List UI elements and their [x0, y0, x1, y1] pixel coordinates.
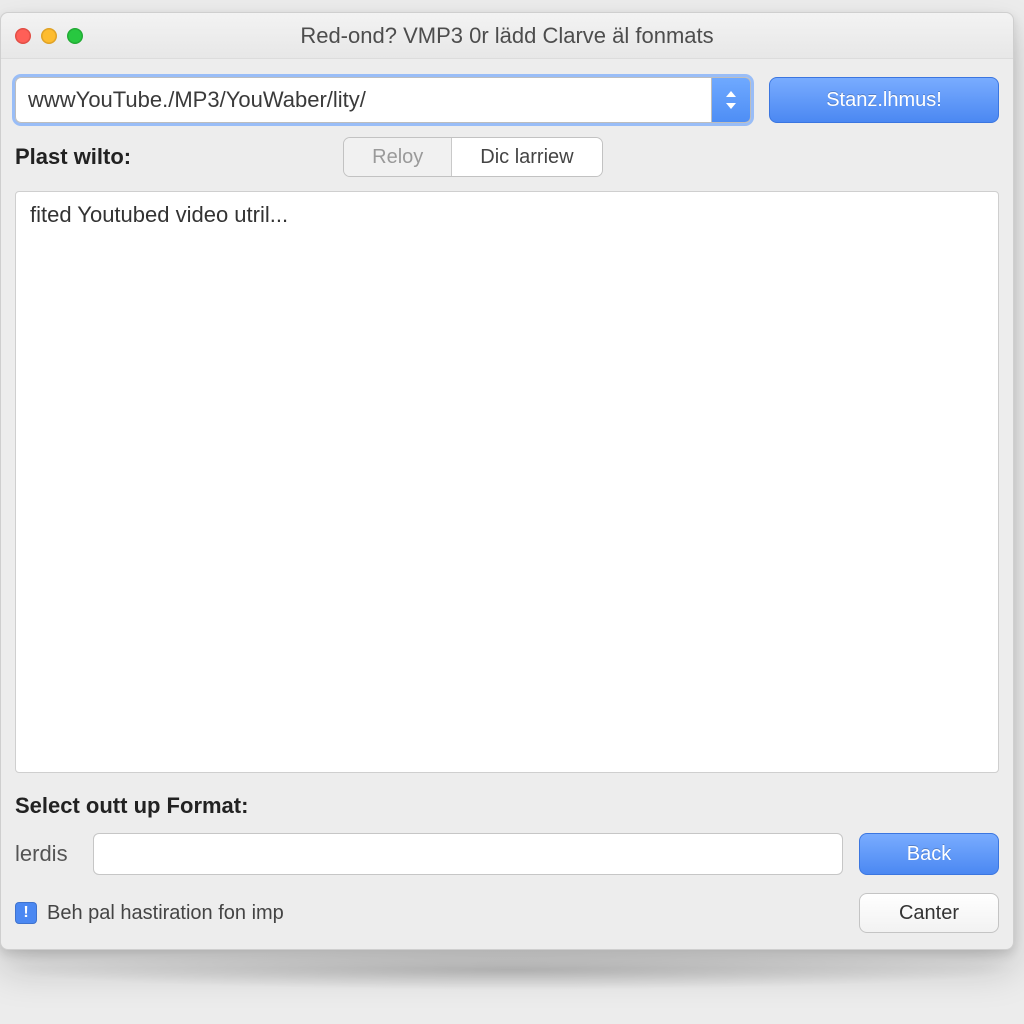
list-item[interactable]: fited Youtubed video utril...: [30, 202, 984, 228]
url-input[interactable]: [15, 77, 711, 123]
canter-button[interactable]: Canter: [859, 893, 999, 933]
seg-diclarriew[interactable]: Dic larriew: [451, 138, 601, 176]
video-list[interactable]: fited Youtubed video utril...: [15, 191, 999, 773]
info-icon: !: [15, 902, 37, 924]
window-title: Red-ond? VMP3 0r lädd Clarve äl fonmats: [1, 23, 1013, 49]
chevron-updown-icon: [724, 89, 738, 111]
footer-row: ! Beh pal hastiration fon imp Canter: [15, 893, 999, 933]
format-prefix: lerdis: [15, 841, 77, 867]
playlist-label-row: Plast wilto: Reloy Dic larriew: [15, 137, 999, 177]
format-section-label: Select outt up Format:: [15, 793, 999, 819]
traffic-lights: [15, 28, 83, 44]
url-combo: [15, 77, 751, 123]
info-text: Beh pal hastiration fon imp: [47, 902, 284, 925]
playlist-label: Plast wilto:: [15, 144, 131, 170]
titlebar[interactable]: Red-ond? VMP3 0r lädd Clarve äl fonmats: [1, 13, 1013, 59]
minimize-icon[interactable]: [41, 28, 57, 44]
back-button[interactable]: Back: [859, 833, 999, 875]
format-row: lerdis Back: [15, 833, 999, 875]
app-window: Red-ond? VMP3 0r lädd Clarve äl fonmats: [0, 12, 1014, 950]
close-icon[interactable]: [15, 28, 31, 44]
url-dropdown-button[interactable]: [711, 77, 751, 123]
start-button[interactable]: Stanz.lhmus!: [769, 77, 999, 123]
format-input[interactable]: [93, 833, 843, 875]
drop-shadow: [0, 950, 1024, 990]
url-row: Stanz.lhmus!: [15, 77, 999, 123]
zoom-icon[interactable]: [67, 28, 83, 44]
seg-reloy[interactable]: Reloy: [344, 138, 451, 176]
info-chunk: ! Beh pal hastiration fon imp: [15, 902, 284, 925]
playlist-segmented: Reloy Dic larriew: [343, 137, 602, 177]
content-area: Stanz.lhmus! Plast wilto: Reloy Dic larr…: [1, 59, 1013, 949]
